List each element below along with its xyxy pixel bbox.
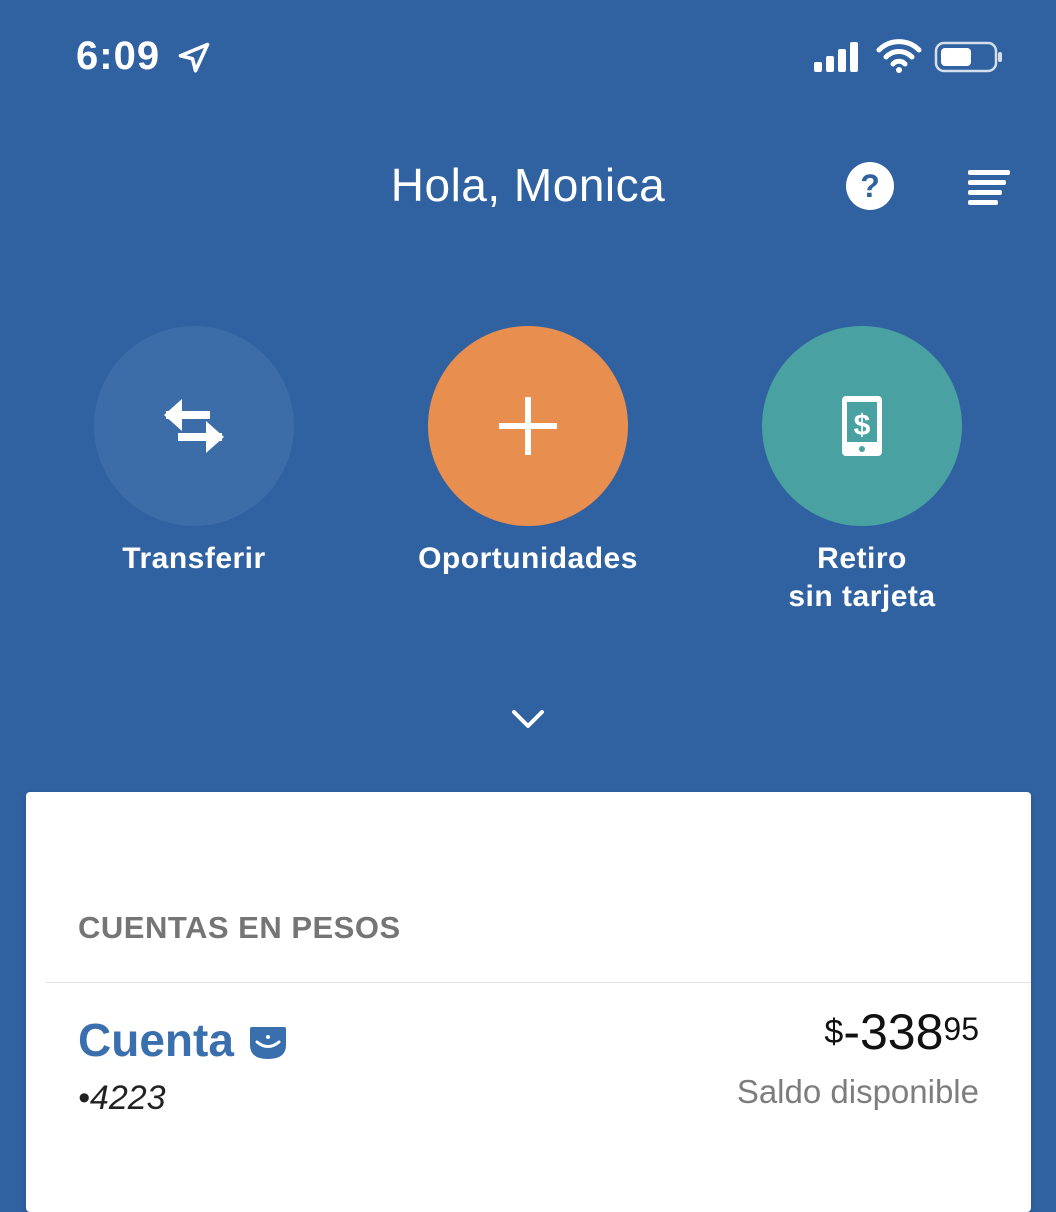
transfer-action[interactable]: Transferir (64, 326, 324, 578)
cardless-withdrawal-action[interactable]: $ Retiro sin tarjeta (732, 326, 992, 616)
battery-icon (934, 41, 1002, 73)
status-time: 6:09 (76, 34, 161, 78)
section-title: CUENTAS EN PESOS (78, 910, 401, 945)
account-number: •4223 (78, 1079, 166, 1117)
balance-caption: Saldo disponible (736, 1073, 979, 1110)
header: Hola, Monica ? (0, 140, 1056, 230)
account-row[interactable]: Cuenta •4223 $-33895 Saldo disponible (26, 983, 1031, 1123)
menu-icon[interactable] (966, 166, 1012, 206)
greeting-title: Hola, Monica (390, 159, 666, 211)
wallet-badge-icon (250, 1027, 286, 1059)
transfer-arrows-icon (164, 399, 224, 453)
transfer-button[interactable] (94, 326, 294, 526)
help-icon: ? (860, 168, 880, 204)
plus-icon (499, 397, 557, 455)
quick-actions: Transferir Oportunidades $ Retiro sin ta… (0, 326, 1056, 626)
status-bar: 6:09 (0, 0, 1056, 110)
phone-dollar-icon: $ (842, 396, 882, 456)
balance-currency: $ (824, 1013, 844, 1051)
transfer-label: Transferir (122, 542, 266, 575)
opportunities-label: Oportunidades (418, 542, 638, 575)
balance-amount: -338 (843, 1004, 944, 1060)
account-name: Cuenta (78, 1014, 234, 1066)
chevron-down-icon[interactable] (508, 702, 548, 736)
cardless-withdrawal-label-line2: sin tarjeta (788, 580, 936, 613)
account-balance: $-33895 (824, 1003, 979, 1061)
cardless-withdrawal-button[interactable]: $ (762, 326, 962, 526)
help-button[interactable]: ? (846, 162, 894, 210)
cellular-signal-icon (814, 42, 858, 72)
accounts-card: CUENTAS EN PESOS Cuenta •4223 $-33895 Sa… (26, 792, 1031, 1212)
svg-text:$: $ (854, 409, 871, 442)
location-arrow-icon (178, 42, 210, 73)
wifi-icon (876, 39, 922, 73)
opportunities-action[interactable]: Oportunidades (398, 326, 658, 578)
balance-cents: 95 (943, 1011, 979, 1047)
cardless-withdrawal-label-line1: Retiro (817, 542, 907, 575)
cardless-withdrawal-label: Retiro sin tarjeta (732, 540, 992, 616)
opportunities-button[interactable] (428, 326, 628, 526)
